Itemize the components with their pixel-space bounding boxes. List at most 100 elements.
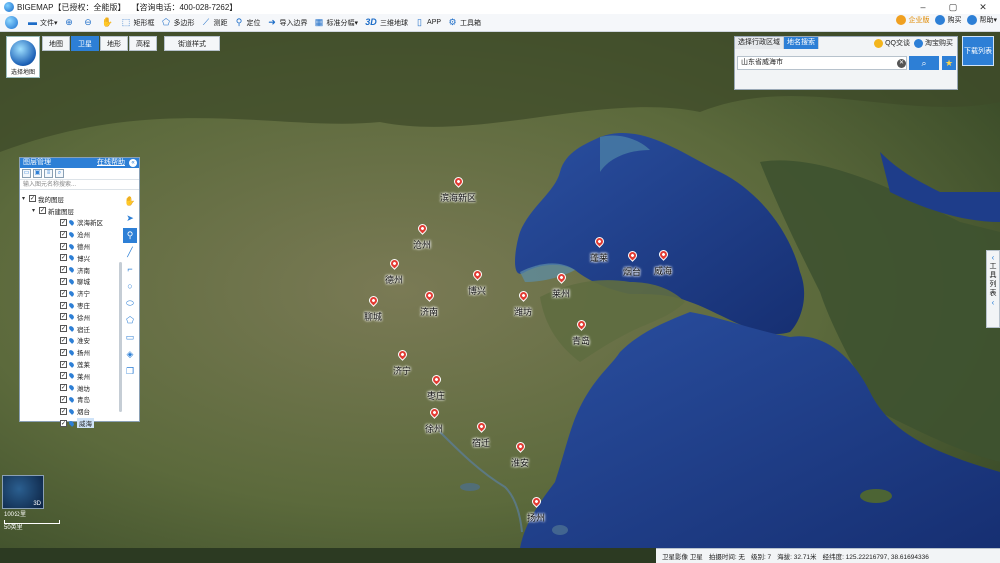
download-list-button[interactable]: 下载列表 bbox=[962, 36, 994, 66]
layer-item[interactable]: ✓ 宿迁 bbox=[20, 323, 120, 335]
line-tool-icon[interactable]: ╱ bbox=[123, 245, 137, 260]
layers-icon[interactable]: ≡ bbox=[44, 169, 53, 178]
globe-menu-icon[interactable] bbox=[5, 16, 18, 29]
layer-item[interactable]: ✓ 扬州 bbox=[20, 346, 120, 358]
app-button[interactable]: ▯ APP bbox=[411, 15, 444, 31]
file-menu[interactable]: ▬ 文件 ▾ bbox=[24, 15, 61, 31]
layer-item[interactable]: ✓ 莱州 bbox=[20, 370, 120, 382]
layer-item-selected[interactable]: ✓ 威海 bbox=[20, 417, 120, 429]
favorite-button[interactable]: ★ bbox=[942, 56, 956, 70]
minimize-button[interactable]: – bbox=[908, 0, 938, 14]
pointer-icon[interactable]: ➤ bbox=[123, 211, 137, 226]
polygon-tool-icon[interactable]: ⬠ bbox=[123, 313, 137, 328]
map-view[interactable]: 滨海新区 沧州 德州 博兴 济南 聊城 潍坊 莱州 蓬莱 烟台 威海 青岛 济宁… bbox=[0, 32, 1000, 548]
checkbox[interactable]: ✓ bbox=[60, 230, 67, 238]
checkbox[interactable]: ✓ bbox=[60, 336, 67, 344]
maximize-button[interactable]: ▢ bbox=[938, 0, 968, 14]
search-button[interactable]: ⌕ bbox=[909, 56, 939, 70]
scale-mi-label: 50英里 bbox=[4, 525, 23, 531]
checkbox[interactable]: ✓ bbox=[29, 195, 36, 203]
checkbox[interactable]: ✓ bbox=[39, 207, 46, 215]
toolbox-button[interactable]: ⚙ 工具箱 bbox=[444, 15, 484, 31]
layer-item[interactable]: ✓ 滨海新区 bbox=[20, 217, 120, 229]
polyline-tool-icon[interactable]: ⌐ bbox=[123, 262, 137, 277]
pan-button[interactable]: ✋ bbox=[99, 15, 118, 31]
eraser-tool-icon[interactable]: ◈ bbox=[123, 347, 137, 362]
checkbox[interactable]: ✓ bbox=[60, 407, 67, 415]
help-button[interactable]: 帮助 ▾ bbox=[967, 15, 997, 25]
checkbox[interactable]: ✓ bbox=[60, 384, 67, 392]
hand-icon[interactable]: ✋ bbox=[123, 194, 137, 209]
marker-tool-icon[interactable]: ⚲ bbox=[123, 228, 137, 243]
layer-item[interactable]: ✓ 烟台 bbox=[20, 405, 120, 417]
clear-search-icon[interactable]: ✕ bbox=[897, 59, 906, 68]
layer-scrollbar[interactable] bbox=[119, 262, 122, 412]
tab-place-search[interactable]: 地名搜索 bbox=[784, 37, 819, 49]
save-icon[interactable]: ▣ bbox=[33, 169, 42, 178]
layer-item[interactable]: ✓ 青岛 bbox=[20, 394, 120, 406]
checkbox[interactable]: ✓ bbox=[60, 348, 67, 356]
buy-button[interactable]: 购买 bbox=[935, 15, 961, 25]
ellipse-tool-icon[interactable]: ⬭ bbox=[123, 296, 137, 311]
checkbox[interactable]: ✓ bbox=[60, 419, 67, 427]
measure-button[interactable]: ⟋ 测距 bbox=[198, 15, 231, 31]
layer-item[interactable]: ✓ 济宁 bbox=[20, 287, 120, 299]
zoom-in-button[interactable]: ⊕ bbox=[61, 15, 80, 31]
layer-item[interactable]: ✓ 博兴 bbox=[20, 252, 120, 264]
close-button[interactable]: ✕ bbox=[968, 0, 998, 14]
circle-tool-icon[interactable]: ○ bbox=[123, 279, 137, 294]
place-search-input[interactable]: 山东省威海市 bbox=[737, 56, 907, 70]
tab-select-region[interactable]: 选择行政区域 bbox=[735, 37, 784, 49]
layers-tool-icon[interactable]: ❐ bbox=[123, 364, 137, 379]
checkbox[interactable]: ✓ bbox=[60, 372, 67, 380]
select-map-button[interactable]: 选择地图 bbox=[6, 36, 40, 78]
layer-item[interactable]: ✓ 沧州 bbox=[20, 228, 120, 240]
layer-item[interactable]: ✓ 莲莱 bbox=[20, 358, 120, 370]
layer-item[interactable]: ✓ 潍坊 bbox=[20, 382, 120, 394]
street-style-button[interactable]: 街道样式 bbox=[164, 36, 220, 51]
status-bar: 卫星影像 卫星 拍摄时间: 无 级别: 7 海拔: 32.71米 经纬度: 12… bbox=[656, 548, 1000, 563]
layer-item[interactable]: ✓ 徐州 bbox=[20, 311, 120, 323]
layer-item[interactable]: ✓ 济南 bbox=[20, 264, 120, 276]
checkbox[interactable]: ✓ bbox=[60, 360, 67, 368]
map-type-terrain[interactable]: 地形 bbox=[100, 36, 128, 51]
locate-button[interactable]: ⚲ 定位 bbox=[231, 15, 264, 31]
rect-box-button[interactable]: ⬚ 矩形框 bbox=[118, 15, 158, 31]
qq-chat-link[interactable]: QQ交谈 bbox=[874, 38, 910, 48]
layer-item[interactable]: ✓ 德州 bbox=[20, 240, 120, 252]
taobao-link[interactable]: 淘宝购买 bbox=[914, 38, 953, 48]
import-boundary-button[interactable]: ➜ 导入边界 bbox=[264, 15, 311, 31]
enterprise-button[interactable]: 企业版 bbox=[896, 15, 929, 25]
marker-label: 青岛 bbox=[571, 336, 590, 346]
layer-item[interactable]: ✓ 聊城 bbox=[20, 276, 120, 288]
checkbox[interactable]: ✓ bbox=[60, 266, 67, 274]
rectangle-tool-icon[interactable]: ▭ bbox=[123, 330, 137, 345]
tree-folder[interactable]: ▾ ✓ 新建图层 bbox=[20, 205, 120, 217]
checkbox[interactable]: ✓ bbox=[60, 242, 67, 250]
three-d-globe-button[interactable]: 3D 三维地球 bbox=[361, 15, 411, 31]
overview-minimap[interactable]: 3D bbox=[2, 475, 44, 509]
zoom-out-button[interactable]: ⊖ bbox=[80, 15, 99, 31]
checkbox[interactable]: ✓ bbox=[60, 254, 67, 262]
map-type-satellite[interactable]: 卫星 bbox=[71, 36, 99, 51]
checkbox[interactable]: ✓ bbox=[60, 395, 67, 403]
online-help-link[interactable]: 在线帮助 bbox=[97, 158, 125, 168]
checkbox[interactable]: ✓ bbox=[60, 325, 67, 333]
standard-tiles-button[interactable]: ▦ 标准分幅 ▾ bbox=[311, 15, 362, 31]
layer-item[interactable]: ✓ 枣庄 bbox=[20, 299, 120, 311]
checkbox[interactable]: ✓ bbox=[60, 313, 67, 321]
checkbox[interactable]: ✓ bbox=[60, 301, 67, 309]
checkbox[interactable]: ✓ bbox=[60, 277, 67, 285]
map-type-map[interactable]: 地图 bbox=[42, 36, 70, 51]
layer-filter-input[interactable]: 输入图元名称搜索... bbox=[20, 180, 139, 190]
map-type-elevation[interactable]: 高程 bbox=[129, 36, 157, 51]
open-folder-icon[interactable]: ▭ bbox=[22, 169, 31, 178]
checkbox[interactable]: ✓ bbox=[60, 289, 67, 297]
layer-item[interactable]: ✓ 淮安 bbox=[20, 335, 120, 347]
collapse-icon[interactable]: « bbox=[129, 159, 137, 167]
checkbox[interactable]: ✓ bbox=[60, 218, 67, 226]
tool-list-toggle[interactable]: ‹ 工 具 列 表 ‹ bbox=[986, 250, 1000, 328]
polygon-button[interactable]: ⬠ 多边形 bbox=[158, 15, 198, 31]
tree-root[interactable]: ▾ ✓ 我的图层 bbox=[20, 193, 120, 205]
search-icon[interactable]: ⌕ bbox=[55, 169, 64, 178]
